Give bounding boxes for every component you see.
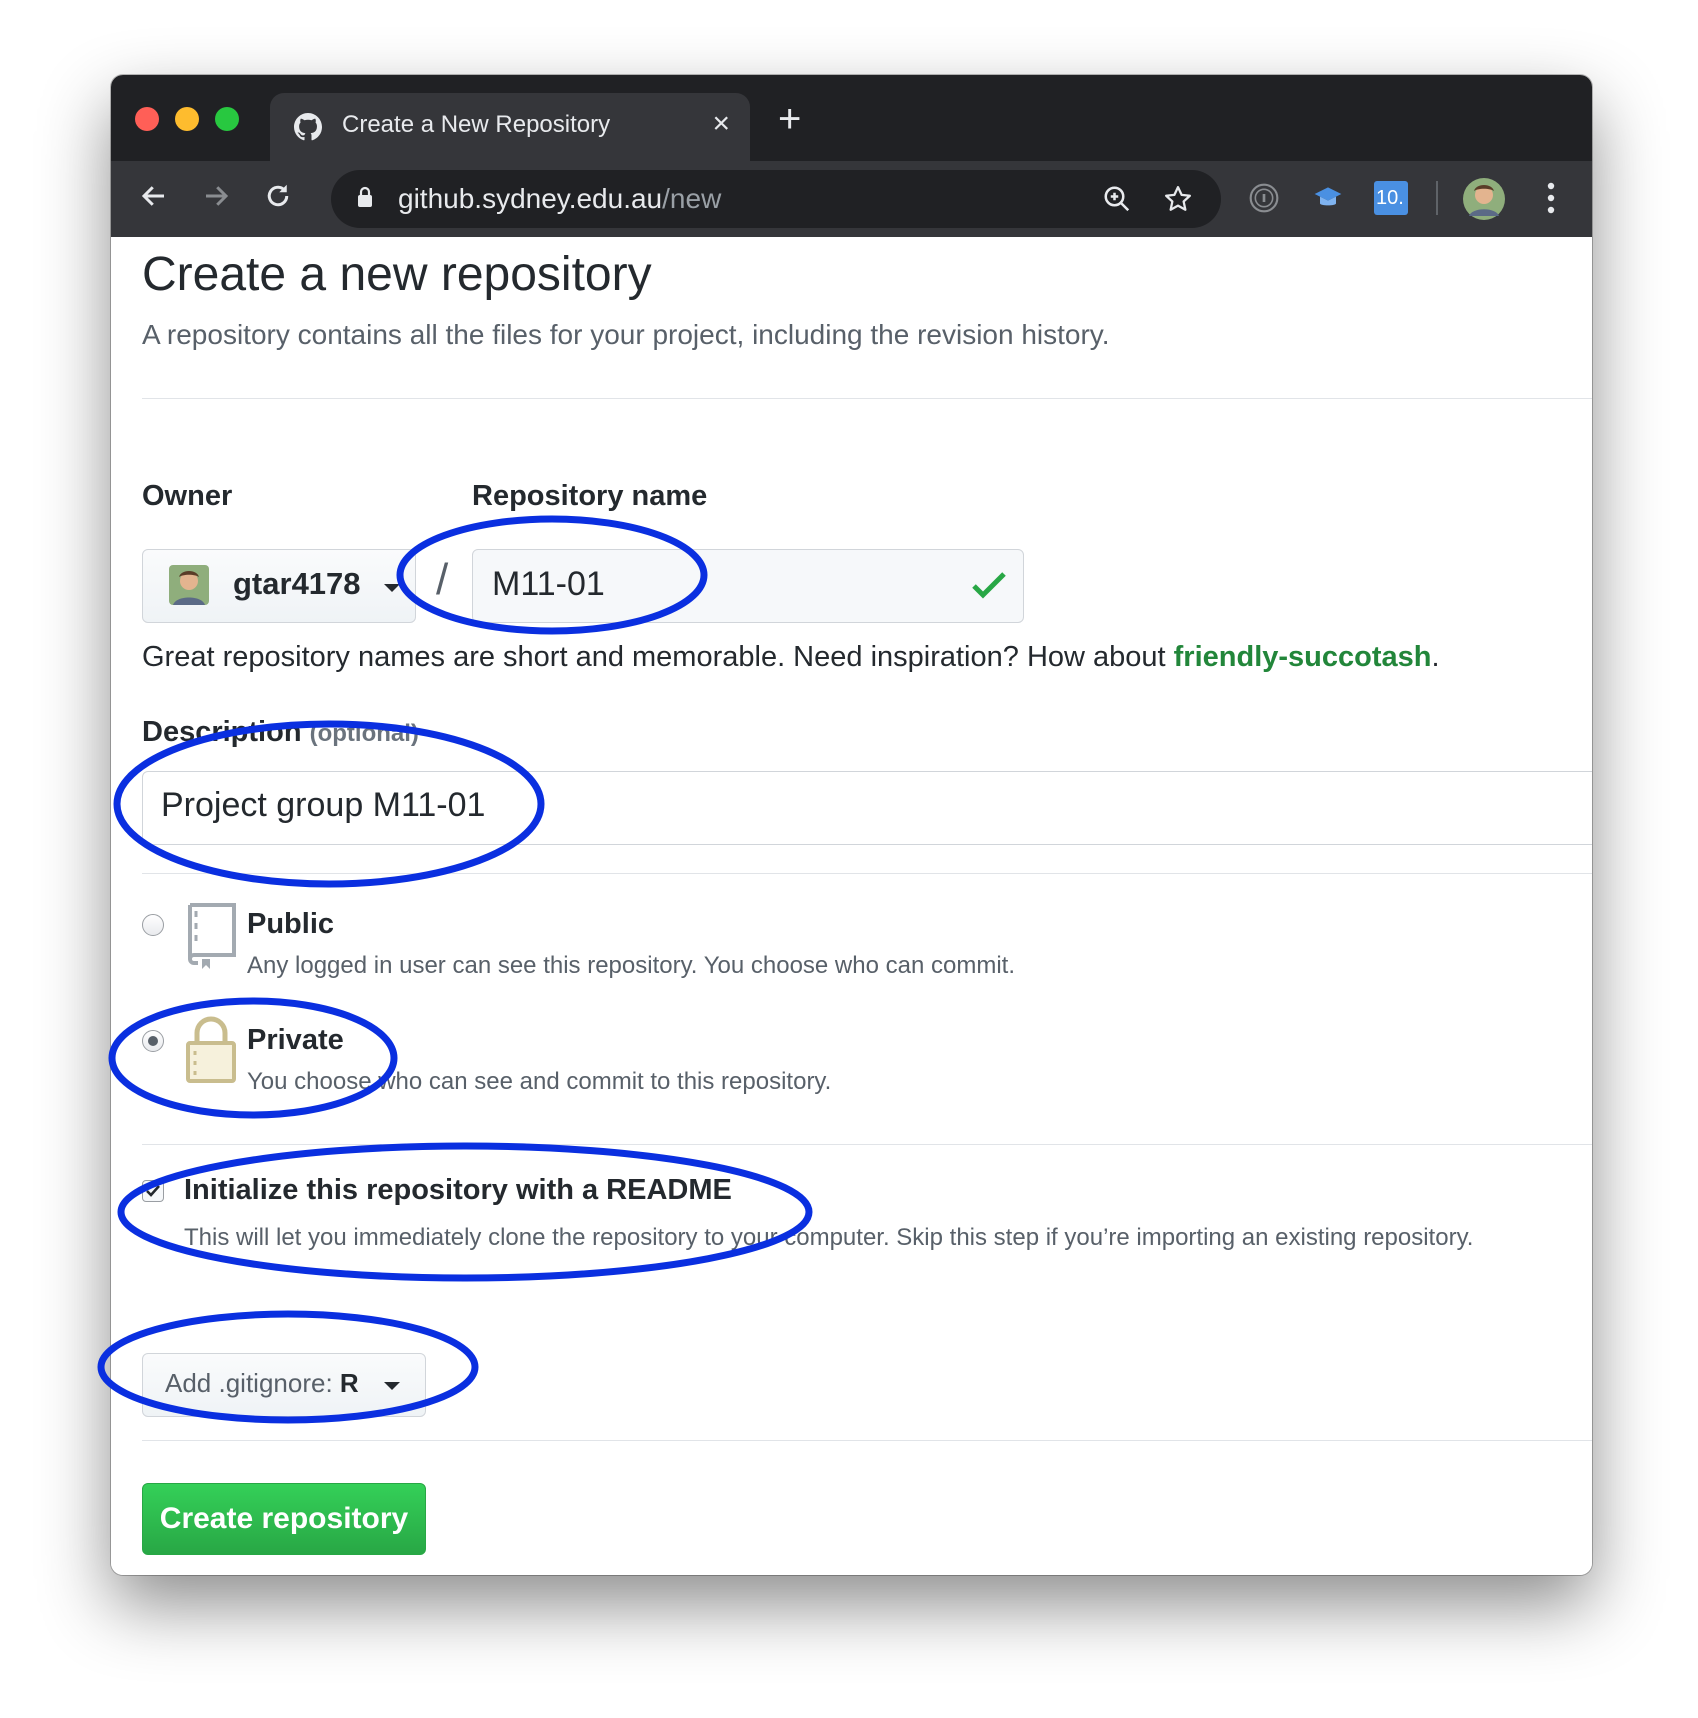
- chevron-down-icon: [384, 584, 400, 592]
- page-title: Create a new repository: [142, 248, 652, 301]
- menu-icon[interactable]: [1545, 180, 1557, 216]
- repo-name-input[interactable]: M11-01: [472, 549, 1024, 623]
- url-host: github.sydney.edu.au: [398, 183, 663, 214]
- description-label-text: Description: [142, 716, 302, 748]
- back-icon[interactable]: [139, 181, 169, 211]
- close-tab-icon[interactable]: ×: [712, 107, 730, 141]
- star-icon[interactable]: [1163, 184, 1193, 214]
- page-content: Create a new repository A repository con…: [111, 237, 1592, 1575]
- forward-icon[interactable]: [201, 181, 231, 211]
- gitignore-label: Add .gitignore: R: [165, 1368, 359, 1399]
- owner-dropdown[interactable]: gtar4178: [142, 549, 416, 623]
- reload-icon[interactable]: [263, 181, 293, 211]
- zoom-icon[interactable]: [1102, 184, 1132, 214]
- toolbar-divider: [1436, 181, 1438, 215]
- extension-badge[interactable]: 10.: [1374, 181, 1408, 215]
- padlock-icon: [186, 1016, 236, 1083]
- private-radio[interactable]: [142, 1030, 164, 1052]
- create-repository-button[interactable]: Create repository: [142, 1483, 426, 1555]
- description-input[interactable]: Project group M11-01: [142, 771, 1592, 845]
- divider: [142, 398, 1592, 399]
- radio-selected-dot: [148, 1036, 158, 1046]
- browser-toolbar: github.sydney.edu.au/new 10.: [111, 161, 1592, 237]
- lock-icon: [358, 186, 372, 207]
- description-value: Project group M11-01: [161, 786, 486, 824]
- zoom-window-button[interactable]: [215, 107, 239, 131]
- hint-text: Great repository names are short and mem…: [142, 641, 1174, 673]
- divider: [142, 1440, 1592, 1441]
- private-title: Private: [247, 1024, 344, 1056]
- tab-bar: Create a New Repository × +: [111, 75, 1592, 161]
- gitignore-dropdown[interactable]: Add .gitignore: R: [142, 1353, 426, 1417]
- public-title: Public: [247, 908, 335, 940]
- close-window-button[interactable]: [135, 107, 159, 131]
- divider: [142, 873, 1592, 874]
- optional-tag: (optional): [309, 720, 419, 747]
- description-label: Description (optional): [142, 716, 419, 749]
- init-readme-title: Initialize this repository with a README: [184, 1174, 732, 1206]
- public-radio[interactable]: [142, 914, 164, 936]
- tab-title: Create a New Repository: [342, 111, 611, 138]
- owner-label: Owner: [142, 480, 233, 512]
- init-readme-checkbox[interactable]: [142, 1180, 164, 1202]
- checkbox-check-icon: [146, 1185, 160, 1197]
- info-extension-icon[interactable]: [1248, 182, 1280, 214]
- init-readme-description: This will let you immediately clone the …: [184, 1224, 1474, 1251]
- address-bar[interactable]: github.sydney.edu.au/new: [331, 170, 1221, 228]
- hint-period: .: [1431, 641, 1440, 673]
- chevron-down-icon: [384, 1382, 400, 1390]
- name-suggestion-link[interactable]: friendly-succotash: [1174, 641, 1432, 673]
- repo-name-label: Repository name: [472, 480, 708, 512]
- url-text: github.sydney.edu.au/new: [398, 183, 721, 215]
- new-tab-button[interactable]: +: [778, 97, 801, 142]
- gitignore-prefix: Add .gitignore:: [165, 1368, 340, 1398]
- gitignore-value: R: [339, 1368, 359, 1398]
- divider: [142, 1144, 1592, 1145]
- profile-avatar[interactable]: [1463, 178, 1505, 220]
- repo-name-value: M11-01: [492, 565, 605, 603]
- page-subtitle: A repository contains all the files for …: [142, 319, 1110, 350]
- cap-extension-icon[interactable]: [1312, 182, 1344, 214]
- repo-name-hint: Great repository names are short and mem…: [142, 641, 1440, 674]
- owner-avatar: [169, 565, 209, 605]
- minimize-window-button[interactable]: [175, 107, 199, 131]
- owner-repo-separator: /: [436, 555, 449, 604]
- extension-badge-text: 10.: [1376, 187, 1404, 209]
- github-icon: [294, 113, 322, 141]
- owner-name: gtar4178: [233, 566, 361, 601]
- checkmark-icon: [972, 572, 1006, 599]
- browser-window: Create a New Repository × + github.sydne…: [111, 75, 1592, 1575]
- public-description: Any logged in user can see this reposito…: [247, 952, 1015, 979]
- browser-tab[interactable]: Create a New Repository ×: [270, 93, 750, 161]
- repo-icon: [188, 903, 236, 969]
- url-path: /new: [662, 183, 722, 214]
- private-description: You choose who can see and commit to thi…: [247, 1068, 832, 1095]
